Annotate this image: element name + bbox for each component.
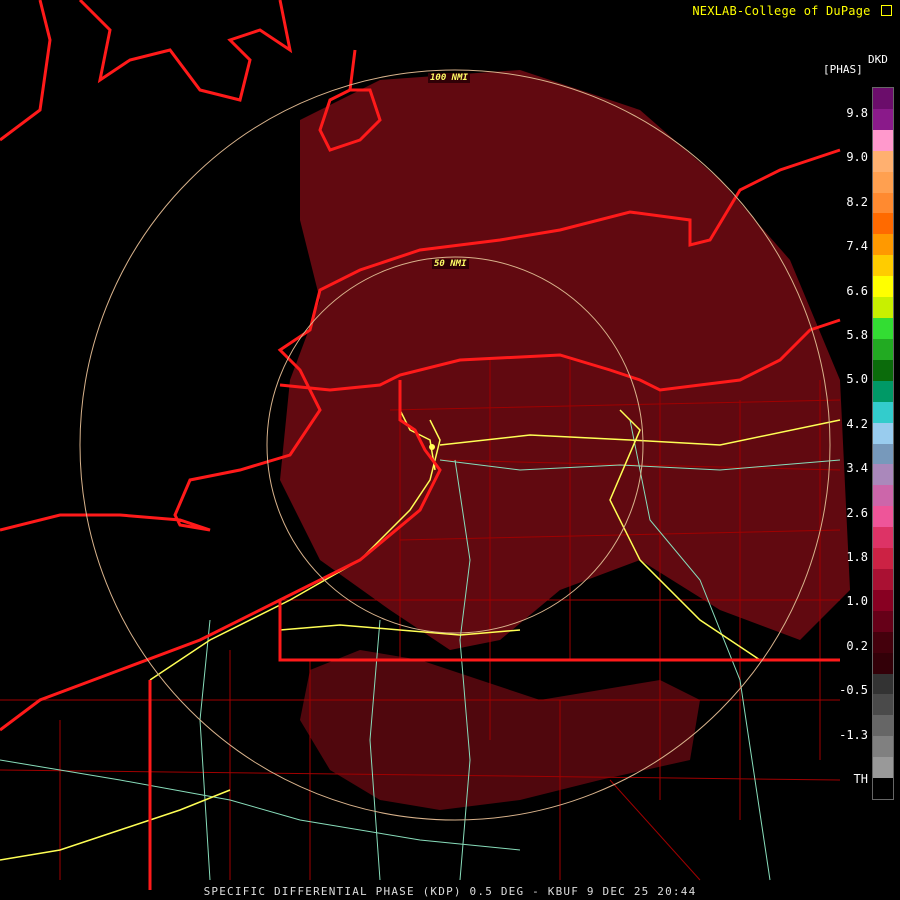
color-scale-tick: 2.6 bbox=[846, 505, 868, 520]
color-swatch bbox=[873, 736, 893, 758]
color-swatch bbox=[873, 694, 893, 716]
color-swatch bbox=[873, 610, 893, 633]
color-scale-tick: 9.8 bbox=[846, 106, 868, 120]
color-swatch bbox=[873, 192, 893, 214]
color-swatch bbox=[873, 757, 893, 779]
color-scale-tick: -0.5 bbox=[839, 683, 868, 698]
color-swatch bbox=[873, 171, 893, 194]
radar-site-marker bbox=[429, 444, 435, 450]
color-swatch bbox=[873, 715, 893, 737]
color-swatch bbox=[873, 589, 893, 612]
ring-label-100: 100 NMI bbox=[428, 73, 470, 83]
color-swatch bbox=[873, 443, 893, 465]
color-scale-tick: 1.8 bbox=[846, 550, 868, 564]
color-scale-tick: 5.8 bbox=[846, 328, 868, 342]
color-swatch bbox=[873, 318, 893, 340]
color-swatch bbox=[873, 527, 893, 549]
color-swatch bbox=[873, 506, 893, 528]
radar-viewer: { "header": { "credit": "NEXLAB-College … bbox=[0, 0, 900, 900]
color-scale-tick: 7.4 bbox=[846, 239, 868, 254]
radar-map bbox=[0, 0, 850, 890]
color-swatch bbox=[873, 129, 893, 152]
color-swatch bbox=[873, 380, 893, 403]
reflectivity-echo bbox=[280, 70, 850, 810]
units-label: [PHAS] bbox=[823, 63, 863, 76]
color-swatch bbox=[873, 359, 893, 382]
color-swatch bbox=[873, 150, 893, 173]
arrow-icon bbox=[881, 5, 892, 16]
color-scale-tick: 5.0 bbox=[846, 372, 868, 387]
credit-text: NEXLAB-College of DuPage bbox=[692, 4, 871, 18]
color-swatch bbox=[873, 485, 893, 507]
color-swatch bbox=[873, 255, 893, 277]
credit-header: NEXLAB-College of DuPage bbox=[692, 4, 892, 18]
color-swatch bbox=[873, 422, 893, 444]
product-code: DKD bbox=[868, 53, 888, 66]
color-scale-tick: 9.0 bbox=[846, 150, 868, 165]
product-caption: SPECIFIC DIFFERENTIAL PHASE (KDP) 0.5 DE… bbox=[203, 885, 697, 898]
color-swatch bbox=[873, 778, 893, 800]
color-swatch bbox=[873, 234, 893, 256]
color-swatch bbox=[873, 631, 893, 654]
color-swatch bbox=[873, 108, 893, 131]
color-scale-tick: 8.2 bbox=[846, 194, 868, 209]
color-scale-tick: 1.0 bbox=[846, 594, 868, 609]
color-scale-tick: 3.4 bbox=[846, 461, 868, 476]
color-scale-tick: TH bbox=[853, 772, 868, 786]
color-swatch bbox=[873, 276, 893, 298]
color-scale-tick: 6.6 bbox=[846, 283, 868, 298]
color-swatch bbox=[873, 548, 893, 570]
color-swatch bbox=[873, 401, 893, 424]
color-scale-tick: 4.2 bbox=[846, 416, 868, 431]
color-swatch bbox=[873, 88, 893, 110]
color-scale-tick: -1.3 bbox=[839, 727, 868, 742]
color-swatch bbox=[873, 297, 893, 319]
color-swatch bbox=[873, 673, 893, 695]
color-scale-tick: 0.2 bbox=[846, 638, 868, 653]
color-swatch bbox=[873, 338, 893, 361]
color-scale-bar bbox=[872, 87, 894, 800]
color-swatch bbox=[873, 464, 893, 486]
ring-label-50: 50 NMI bbox=[432, 259, 469, 269]
color-swatch bbox=[873, 568, 893, 591]
color-swatch bbox=[873, 652, 893, 675]
color-swatch bbox=[873, 213, 893, 235]
